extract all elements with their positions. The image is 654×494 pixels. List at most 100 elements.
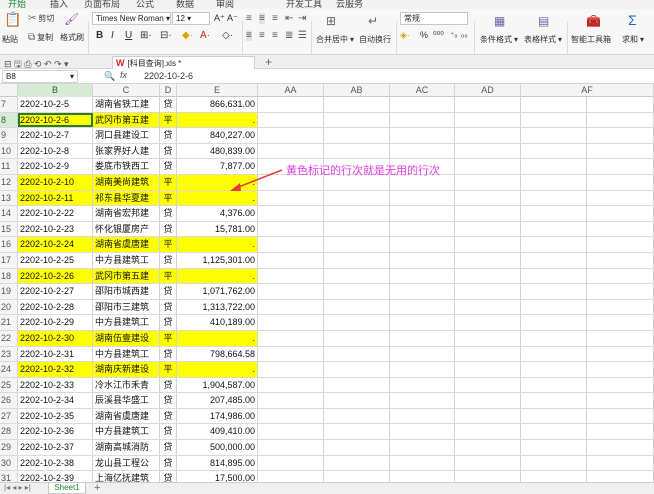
empty-cell[interactable] [324, 299, 390, 315]
empty-cell[interactable] [390, 190, 455, 206]
row-number[interactable]: 9 [0, 128, 18, 143]
empty-cell[interactable] [324, 284, 390, 299]
empty-cell[interactable] [455, 455, 521, 471]
menu-page-layout[interactable]: 页面布局 [84, 0, 120, 9]
empty-cell[interactable] [258, 424, 324, 440]
row-number[interactable]: 16 [0, 237, 18, 252]
empty-cell[interactable] [390, 471, 455, 482]
empty-cell[interactable] [258, 315, 324, 330]
empty-cell[interactable] [587, 362, 654, 377]
row-number[interactable]: 30 [0, 455, 18, 471]
empty-cell[interactable] [521, 330, 587, 346]
cell-account-code[interactable]: 2202-10-2-8 [18, 143, 93, 159]
align-bottom-icon[interactable]: ≡ [272, 13, 278, 24]
empty-cell[interactable] [390, 330, 455, 346]
empty-cell[interactable] [258, 206, 324, 221]
indent-left-icon[interactable]: ⇤ [285, 13, 293, 24]
cell-direction[interactable]: 贷 [160, 159, 177, 174]
empty-cell[interactable] [455, 377, 521, 393]
empty-cell[interactable] [324, 268, 390, 284]
empty-cell[interactable] [390, 315, 455, 330]
empty-cell[interactable] [324, 128, 390, 143]
merge-icon[interactable]: ⊟· [160, 30, 172, 41]
cell-account-code[interactable]: 2202-10-2-26 [18, 268, 93, 284]
row-number[interactable]: 23 [0, 346, 18, 362]
empty-cell[interactable] [455, 408, 521, 424]
cell-amount[interactable]: 1,904,587.00 [177, 377, 258, 393]
justify-icon[interactable]: ≣ [285, 30, 293, 41]
empty-cell[interactable] [587, 471, 654, 482]
empty-cell[interactable] [455, 252, 521, 268]
cell-direction[interactable]: 贷 [160, 299, 177, 315]
cell-amount[interactable]: 480,839.00 [177, 143, 258, 159]
indent-right-icon[interactable]: ⇥ [298, 13, 306, 24]
cell-company-name[interactable]: 娄底市铁西工 [93, 159, 160, 174]
empty-cell[interactable] [455, 268, 521, 284]
empty-cell[interactable] [521, 362, 587, 377]
font-name-select[interactable]: Times New Roman ▾ [92, 12, 171, 25]
empty-cell[interactable] [390, 377, 455, 393]
empty-cell[interactable] [587, 408, 654, 424]
row-number[interactable]: 7 [0, 97, 18, 112]
cell-direction[interactable]: 贷 [160, 128, 177, 143]
cell-account-code[interactable]: 2202-10-2-10 [18, 174, 93, 190]
empty-cell[interactable] [455, 221, 521, 237]
distribute-icon[interactable]: ☰ [298, 30, 307, 41]
empty-cell[interactable] [521, 97, 587, 112]
cell-direction[interactable]: 贷 [160, 408, 177, 424]
column-header-af[interactable]: AF [521, 84, 654, 97]
empty-cell[interactable] [258, 377, 324, 393]
row-number[interactable]: 26 [0, 393, 18, 408]
cell-company-name[interactable]: 中方县建筑工 [93, 315, 160, 330]
cell-amount[interactable]: 1,125,301.00 [177, 252, 258, 268]
empty-cell[interactable] [324, 190, 390, 206]
row-number[interactable]: 24 [0, 362, 18, 377]
empty-cell[interactable] [455, 330, 521, 346]
cell-account-code[interactable]: 2202-10-2-24 [18, 237, 93, 252]
empty-cell[interactable] [258, 455, 324, 471]
empty-cell[interactable] [455, 284, 521, 299]
empty-cell[interactable] [390, 237, 455, 252]
empty-cell[interactable] [587, 128, 654, 143]
cell-account-code[interactable]: 2202-10-2-11 [18, 190, 93, 206]
grow-font-icon[interactable]: A⁺ [214, 13, 225, 24]
cell-direction[interactable]: 贷 [160, 455, 177, 471]
column-header-ad[interactable]: AD [455, 84, 521, 97]
empty-cell[interactable] [258, 112, 324, 128]
empty-cell[interactable] [258, 330, 324, 346]
cell-company-name[interactable]: 洞口县建设工 [93, 128, 160, 143]
empty-cell[interactable] [455, 440, 521, 455]
empty-cell[interactable] [455, 362, 521, 377]
empty-cell[interactable] [455, 346, 521, 362]
empty-cell[interactable] [521, 471, 587, 482]
menu-review[interactable]: 审阅 [216, 0, 234, 9]
cell-account-code[interactable]: 2202-10-2-5 [18, 97, 93, 112]
zoom-icon[interactable]: 🔍 [104, 71, 115, 82]
increase-decimal-icon[interactable]: ⁺₀ [450, 30, 458, 39]
empty-cell[interactable] [324, 315, 390, 330]
empty-cell[interactable] [324, 393, 390, 408]
menu-data[interactable]: 数据 [176, 0, 194, 9]
sheet-tab[interactable]: Sheet1 [48, 483, 86, 494]
cell-amount[interactable]: . [177, 174, 258, 190]
cell-company-name[interactable]: 龙山县工程公 [93, 455, 160, 471]
cell-company-name[interactable]: 辰溪县华盛工 [93, 393, 160, 408]
cell-account-code[interactable]: 2202-10-2-25 [18, 252, 93, 268]
menu-home[interactable]: 开始 [8, 0, 26, 9]
empty-cell[interactable] [258, 393, 324, 408]
empty-cell[interactable] [587, 455, 654, 471]
cell-direction[interactable]: 贷 [160, 143, 177, 159]
empty-cell[interactable] [258, 408, 324, 424]
shrink-font-icon[interactable]: A⁻ [227, 13, 238, 24]
cell-direction[interactable]: 平 [160, 330, 177, 346]
empty-cell[interactable] [521, 315, 587, 330]
cell-amount[interactable]: 17,500.00 [177, 471, 258, 482]
cell-account-code[interactable]: 2202-10-2-28 [18, 299, 93, 315]
cell-amount[interactable]: 1,071,762.00 [177, 284, 258, 299]
column-header-b[interactable]: B [18, 84, 93, 97]
cell-company-name[interactable]: 湖南美尚建筑 [93, 174, 160, 190]
empty-cell[interactable] [324, 377, 390, 393]
empty-cell[interactable] [587, 174, 654, 190]
table-style-button[interactable]: 表格样式 ▾ [524, 34, 562, 45]
empty-cell[interactable] [587, 330, 654, 346]
